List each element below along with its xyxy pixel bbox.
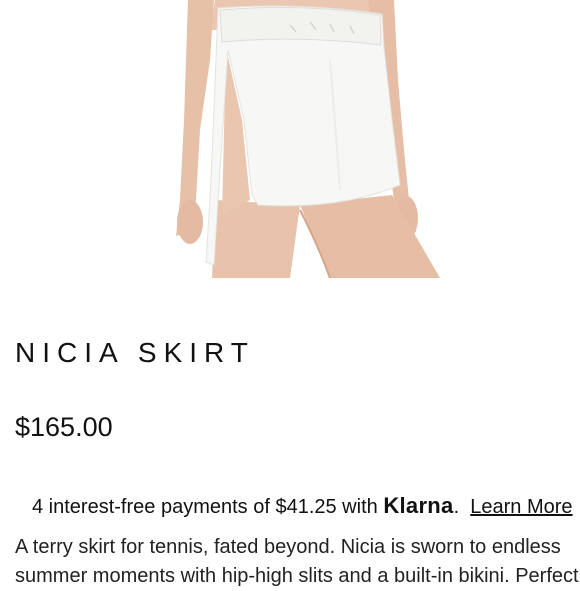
learn-more-link[interactable]: Learn More bbox=[470, 496, 572, 518]
product-description: A terry skirt for tennis, fated beyond. … bbox=[15, 533, 580, 591]
description-line-2: summer moments with hip-high slits and a… bbox=[15, 565, 579, 587]
klarna-installment-text: 4 interest-free payments of $41.25 with bbox=[32, 496, 378, 518]
klarna-dot: . bbox=[453, 496, 460, 518]
klarna-installments: 4 interest-free payments of $41.25 with … bbox=[32, 493, 573, 519]
description-line-1: A terry skirt for tennis, fated beyond. … bbox=[15, 536, 561, 558]
product-title: NICIA SKIRT bbox=[15, 337, 255, 368]
product-price: $165.00 bbox=[15, 412, 113, 442]
product-image[interactable] bbox=[0, 0, 580, 278]
klarna-logo: Klarna bbox=[383, 493, 454, 518]
